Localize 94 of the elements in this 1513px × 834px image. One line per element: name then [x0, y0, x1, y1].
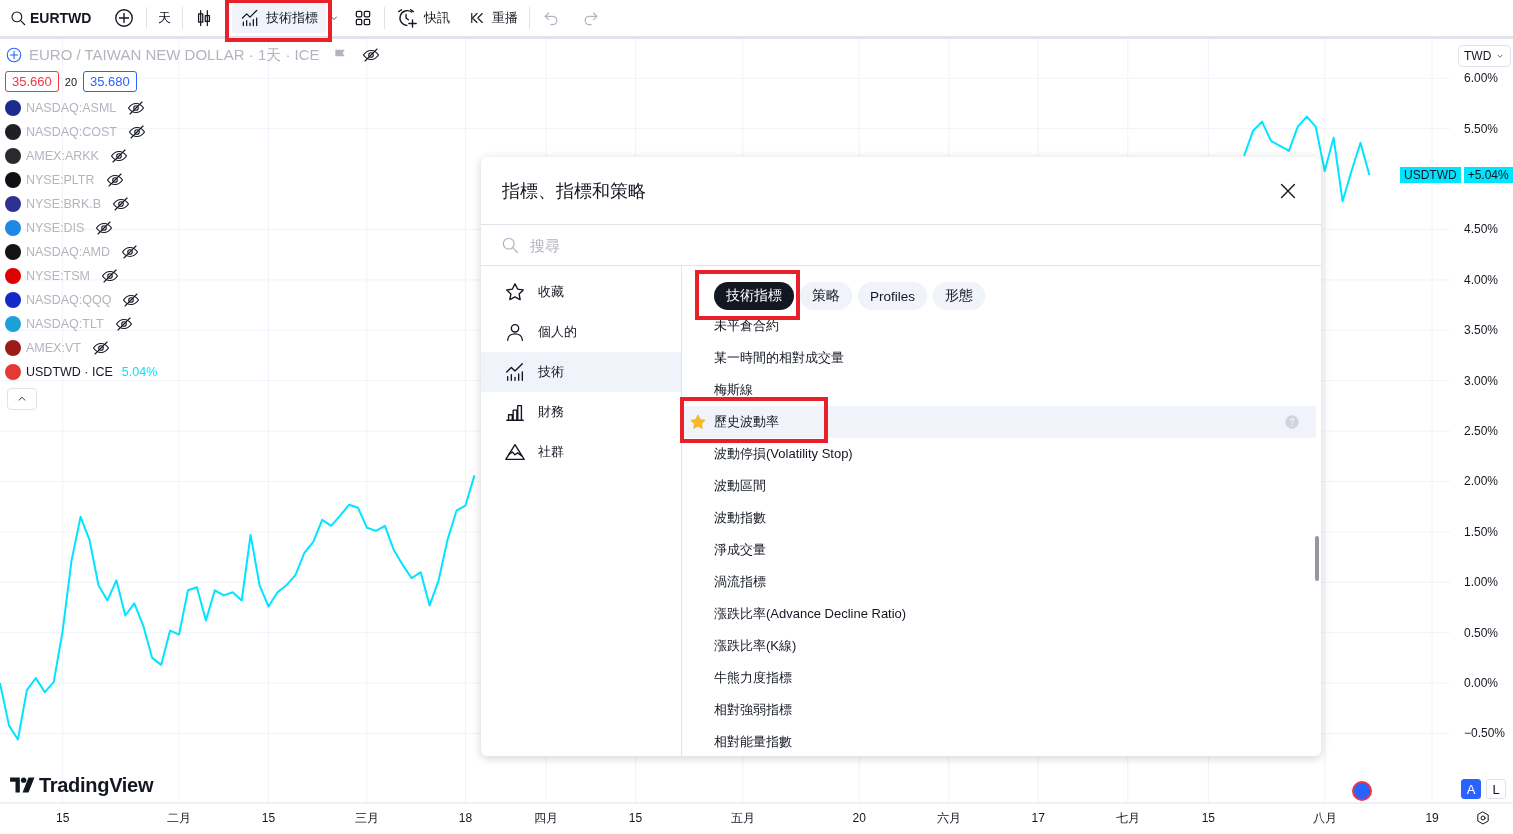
time-scale-label: 15 — [261, 811, 276, 825]
category-item[interactable]: 財務 — [481, 392, 681, 432]
indicator-item[interactable]: 牛熊力度指標 — [682, 662, 1316, 694]
search-icon — [9, 9, 27, 27]
time-scale-label: 20 — [852, 811, 866, 825]
price-scale-label: 0.50% — [1464, 625, 1499, 640]
category-item[interactable]: 個人的 — [481, 312, 681, 352]
indicator-item[interactable]: 波動指數 — [682, 502, 1316, 534]
spread-value: 20 — [64, 75, 77, 88]
indicator-item[interactable]: 渦流指標 — [682, 566, 1316, 598]
filter-chip[interactable]: 策略 — [800, 282, 852, 310]
time-scale-label: 15 — [55, 811, 70, 825]
person-icon — [504, 321, 526, 343]
change-value: 5.04% — [121, 365, 158, 379]
time-scale-label: 17 — [1031, 811, 1045, 825]
eye-off-icon — [91, 339, 110, 357]
filter-chip[interactable]: Profiles — [858, 282, 927, 310]
time-scale-label: 六月 — [936, 811, 961, 825]
replay-button[interactable]: 重播 — [463, 3, 524, 33]
eye-off-icon — [105, 171, 124, 189]
indicator-item[interactable]: 波動區間 — [682, 470, 1316, 502]
indicator-item[interactable]: 歷史波動率 — [682, 406, 1316, 438]
price-scale-label: 6.00% — [1464, 71, 1499, 86]
eye-off-icon — [109, 147, 128, 165]
indicator-item[interactable]: 梅斯線 — [682, 374, 1316, 406]
symbol-tag: USDTWD — [1400, 167, 1461, 183]
price-scale-label: 2.00% — [1464, 474, 1499, 489]
currency-dropdown[interactable]: TWD — [1458, 45, 1512, 67]
time-scale-label: 19 — [1425, 811, 1439, 825]
ask-price[interactable]: 35.680 — [83, 71, 137, 92]
time-scale-label: 三月 — [355, 811, 379, 825]
time-scale-label: 18 — [458, 811, 473, 825]
eye-off-icon — [95, 219, 114, 237]
price-scale-label: 2.50% — [1464, 424, 1499, 439]
plus-circle-icon — [113, 7, 136, 29]
search-field[interactable]: 搜尋 — [528, 235, 1321, 255]
category-item[interactable]: 技術 — [481, 352, 681, 392]
time-scale-label: 五月 — [730, 811, 755, 825]
filter-chip[interactable]: 技術指標 — [714, 282, 794, 310]
eye-off-icon — [122, 291, 141, 309]
time-scale-label: 15 — [628, 811, 643, 825]
eye-off-icon — [114, 315, 133, 333]
search-icon — [500, 235, 520, 255]
mountain-icon — [504, 441, 526, 463]
log-scale-button[interactable]: L — [1486, 779, 1506, 799]
time-scale-label: 二月 — [167, 811, 191, 825]
symbol-title: EURO / TAIWAN NEW DOLLAR · 1天 · ICE — [29, 45, 320, 65]
alert-button[interactable]: 快訊 — [391, 3, 456, 33]
price-scale-label: 5.50% — [1464, 121, 1499, 136]
indicator-item[interactable]: 淨成交量 — [682, 534, 1316, 566]
eye-off-icon — [361, 46, 380, 64]
filter-chip[interactable]: 形態 — [933, 282, 985, 310]
price-scale-label: 1.00% — [1464, 575, 1499, 590]
eye-off-icon — [127, 99, 146, 117]
eye-off-icon — [128, 123, 146, 141]
symbol-search-button[interactable]: EURTWD — [4, 3, 97, 33]
symbol-name[interactable]: USDTWD · ICE — [26, 365, 113, 379]
category-item[interactable]: 社群 — [481, 432, 681, 472]
indicator-item[interactable]: 漲跌比率(Advance Decline Ratio) — [682, 598, 1316, 630]
time-scale-label: 15 — [1201, 811, 1215, 825]
eye-off-icon — [100, 267, 119, 285]
indicator-item[interactable]: 漲跌比率(K線) — [682, 630, 1316, 662]
price-scale-label: 0.00% — [1464, 676, 1499, 691]
scrollbar[interactable] — [1315, 536, 1319, 581]
indicator-item[interactable]: 相對能量指數 — [682, 726, 1316, 756]
price-scale-label: −0.50% — [1464, 726, 1506, 741]
price-scale-label: 4.00% — [1464, 272, 1499, 287]
eye-off-icon — [112, 195, 131, 213]
time-scale-label: 四月 — [534, 811, 558, 825]
auto-scale-button[interactable]: A — [1461, 779, 1481, 799]
time-scale-label: 八月 — [1312, 811, 1337, 825]
price-scale-label: 1.50% — [1464, 524, 1499, 539]
indicator-item[interactable]: 未平倉合約 — [682, 310, 1316, 342]
currency-pair-icon — [5, 46, 23, 64]
time-scale-label: 七月 — [1115, 811, 1140, 825]
bid-price[interactable]: 35.660 — [5, 71, 59, 92]
eye-off-icon — [121, 243, 140, 261]
alarm-clock-icon — [396, 7, 419, 29]
indicator-item[interactable]: 某一時間的相對成交量 — [682, 342, 1316, 374]
help-icon — [1284, 414, 1300, 430]
price-scale-label: 3.00% — [1464, 373, 1499, 388]
indicators-button[interactable]: 技術指標 — [232, 3, 327, 33]
category-item[interactable]: 收藏 — [481, 272, 681, 312]
indicator-item[interactable]: 波動停損(Volatility Stop) — [682, 438, 1316, 470]
change-tag: +5.04% — [1463, 167, 1513, 183]
indicator-item[interactable]: 相對強弱指標 — [682, 694, 1316, 726]
chart-icon — [504, 361, 526, 383]
dialog-title: 指標、指標和策略 — [502, 179, 646, 203]
star-icon — [504, 281, 526, 303]
interval-button[interactable]: 天 — [153, 3, 177, 33]
price-scale-label: 3.50% — [1464, 323, 1499, 338]
price-scale-label: 4.50% — [1464, 222, 1499, 237]
settings-icon — [1475, 810, 1491, 826]
logo-text: TradingView — [39, 773, 154, 797]
